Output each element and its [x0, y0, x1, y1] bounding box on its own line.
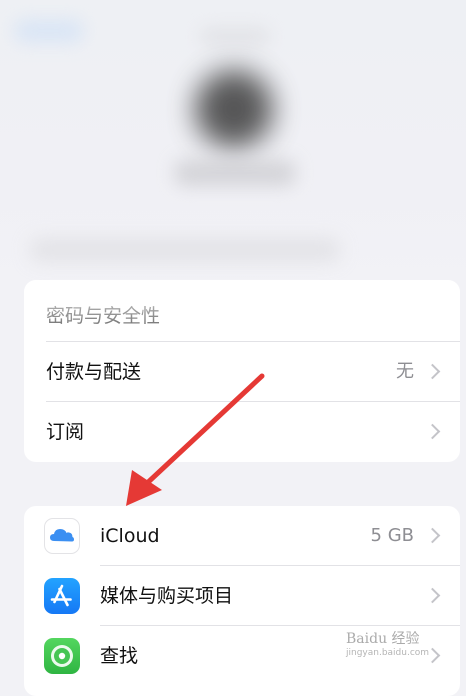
watermark-url: jingyan.baidu.com [346, 648, 430, 658]
baidu-watermark: Baidu 经验 jingyan.baidu.com [346, 628, 429, 658]
watermark-brand: Baidu 经验 [346, 631, 420, 647]
annotation-arrow-icon [126, 373, 265, 506]
